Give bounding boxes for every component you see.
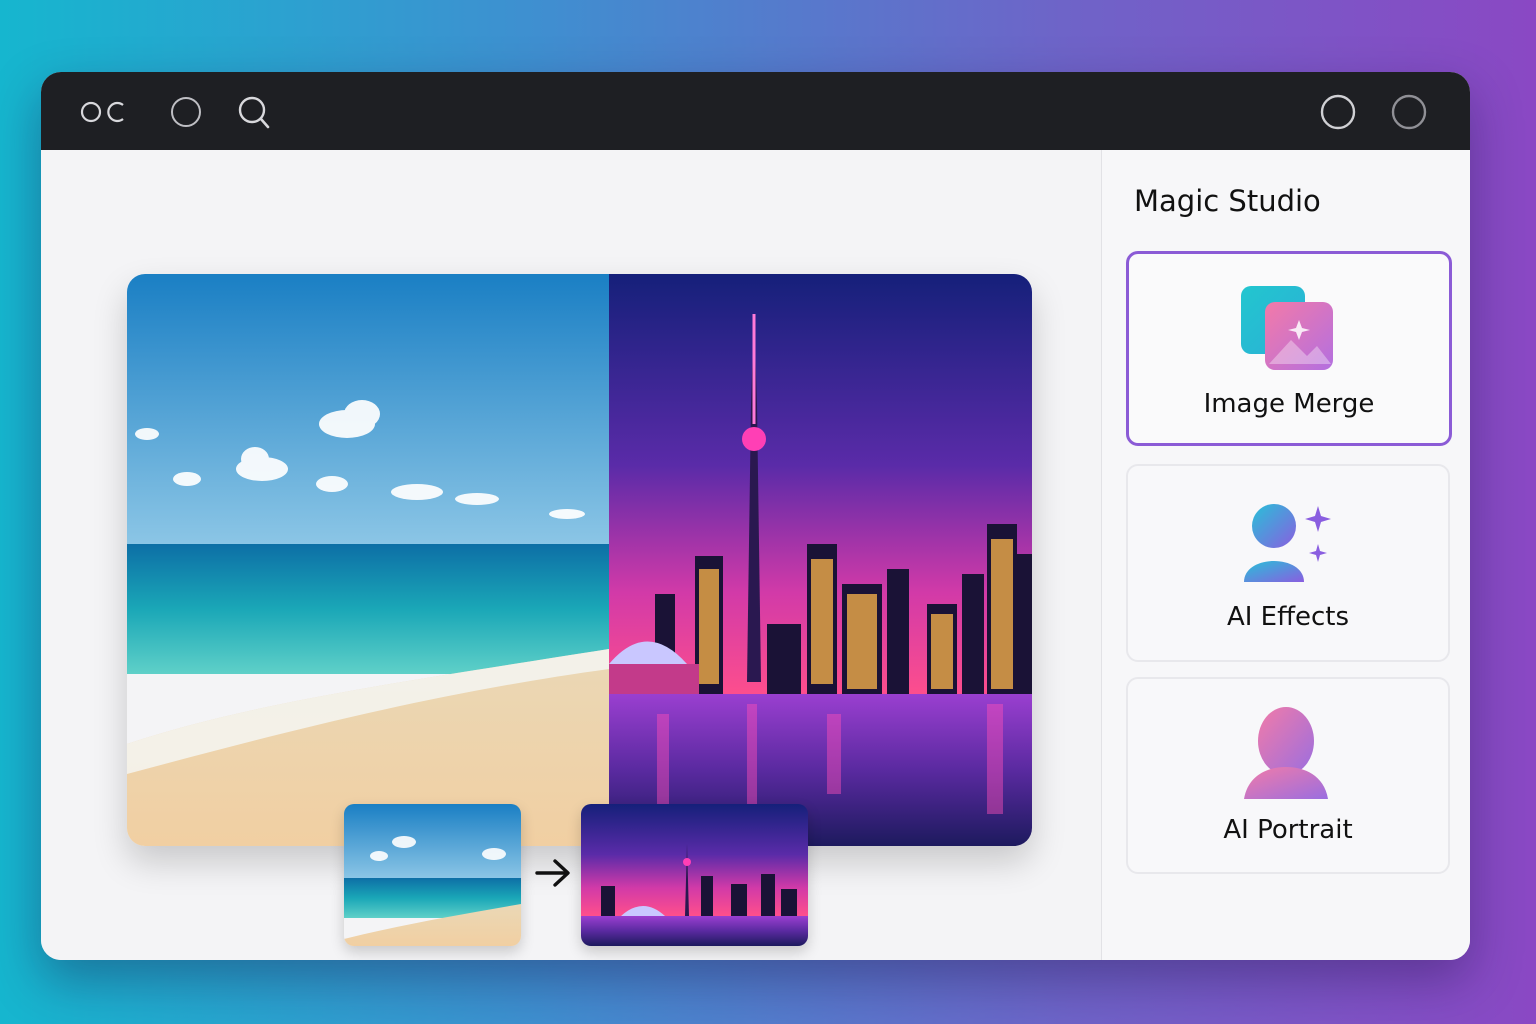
sidebar-title: Magic Studio bbox=[1134, 184, 1321, 218]
arrow-right-icon bbox=[535, 859, 570, 887]
magic-studio-sidebar: Magic Studio Image Merge AI Effects AI P… bbox=[1101, 150, 1470, 960]
toggle-icon[interactable] bbox=[79, 94, 129, 130]
circle-icon[interactable] bbox=[1389, 92, 1429, 132]
sidebar-item-label: AI Effects bbox=[1226, 602, 1350, 632]
circle-icon[interactable] bbox=[1318, 92, 1358, 132]
beach-thumbnail[interactable] bbox=[344, 804, 521, 946]
sidebar-item-image-merge[interactable]: Image Merge bbox=[1126, 251, 1452, 446]
sidebar-item-label: AI Portrait bbox=[1223, 815, 1353, 845]
image-merge-icon bbox=[1241, 286, 1333, 370]
search-icon[interactable] bbox=[236, 94, 272, 130]
beach-image bbox=[127, 274, 609, 846]
city-thumbnail[interactable] bbox=[581, 804, 808, 946]
title-bar bbox=[41, 72, 1470, 150]
app-window: Magic Studio Image Merge AI Effects AI P… bbox=[41, 72, 1470, 960]
ai-effects-icon bbox=[1244, 504, 1331, 582]
canvas-area bbox=[41, 150, 1101, 960]
ai-portrait-icon bbox=[1244, 707, 1328, 799]
merge-preview[interactable] bbox=[127, 274, 1032, 846]
sidebar-item-label: Image Merge bbox=[1203, 389, 1375, 419]
sidebar-item-ai-portrait[interactable]: AI Portrait bbox=[1126, 677, 1450, 874]
circle-icon[interactable] bbox=[168, 94, 204, 130]
sidebar-item-ai-effects[interactable]: AI Effects bbox=[1126, 464, 1450, 662]
city-skyline-image bbox=[609, 274, 1032, 846]
